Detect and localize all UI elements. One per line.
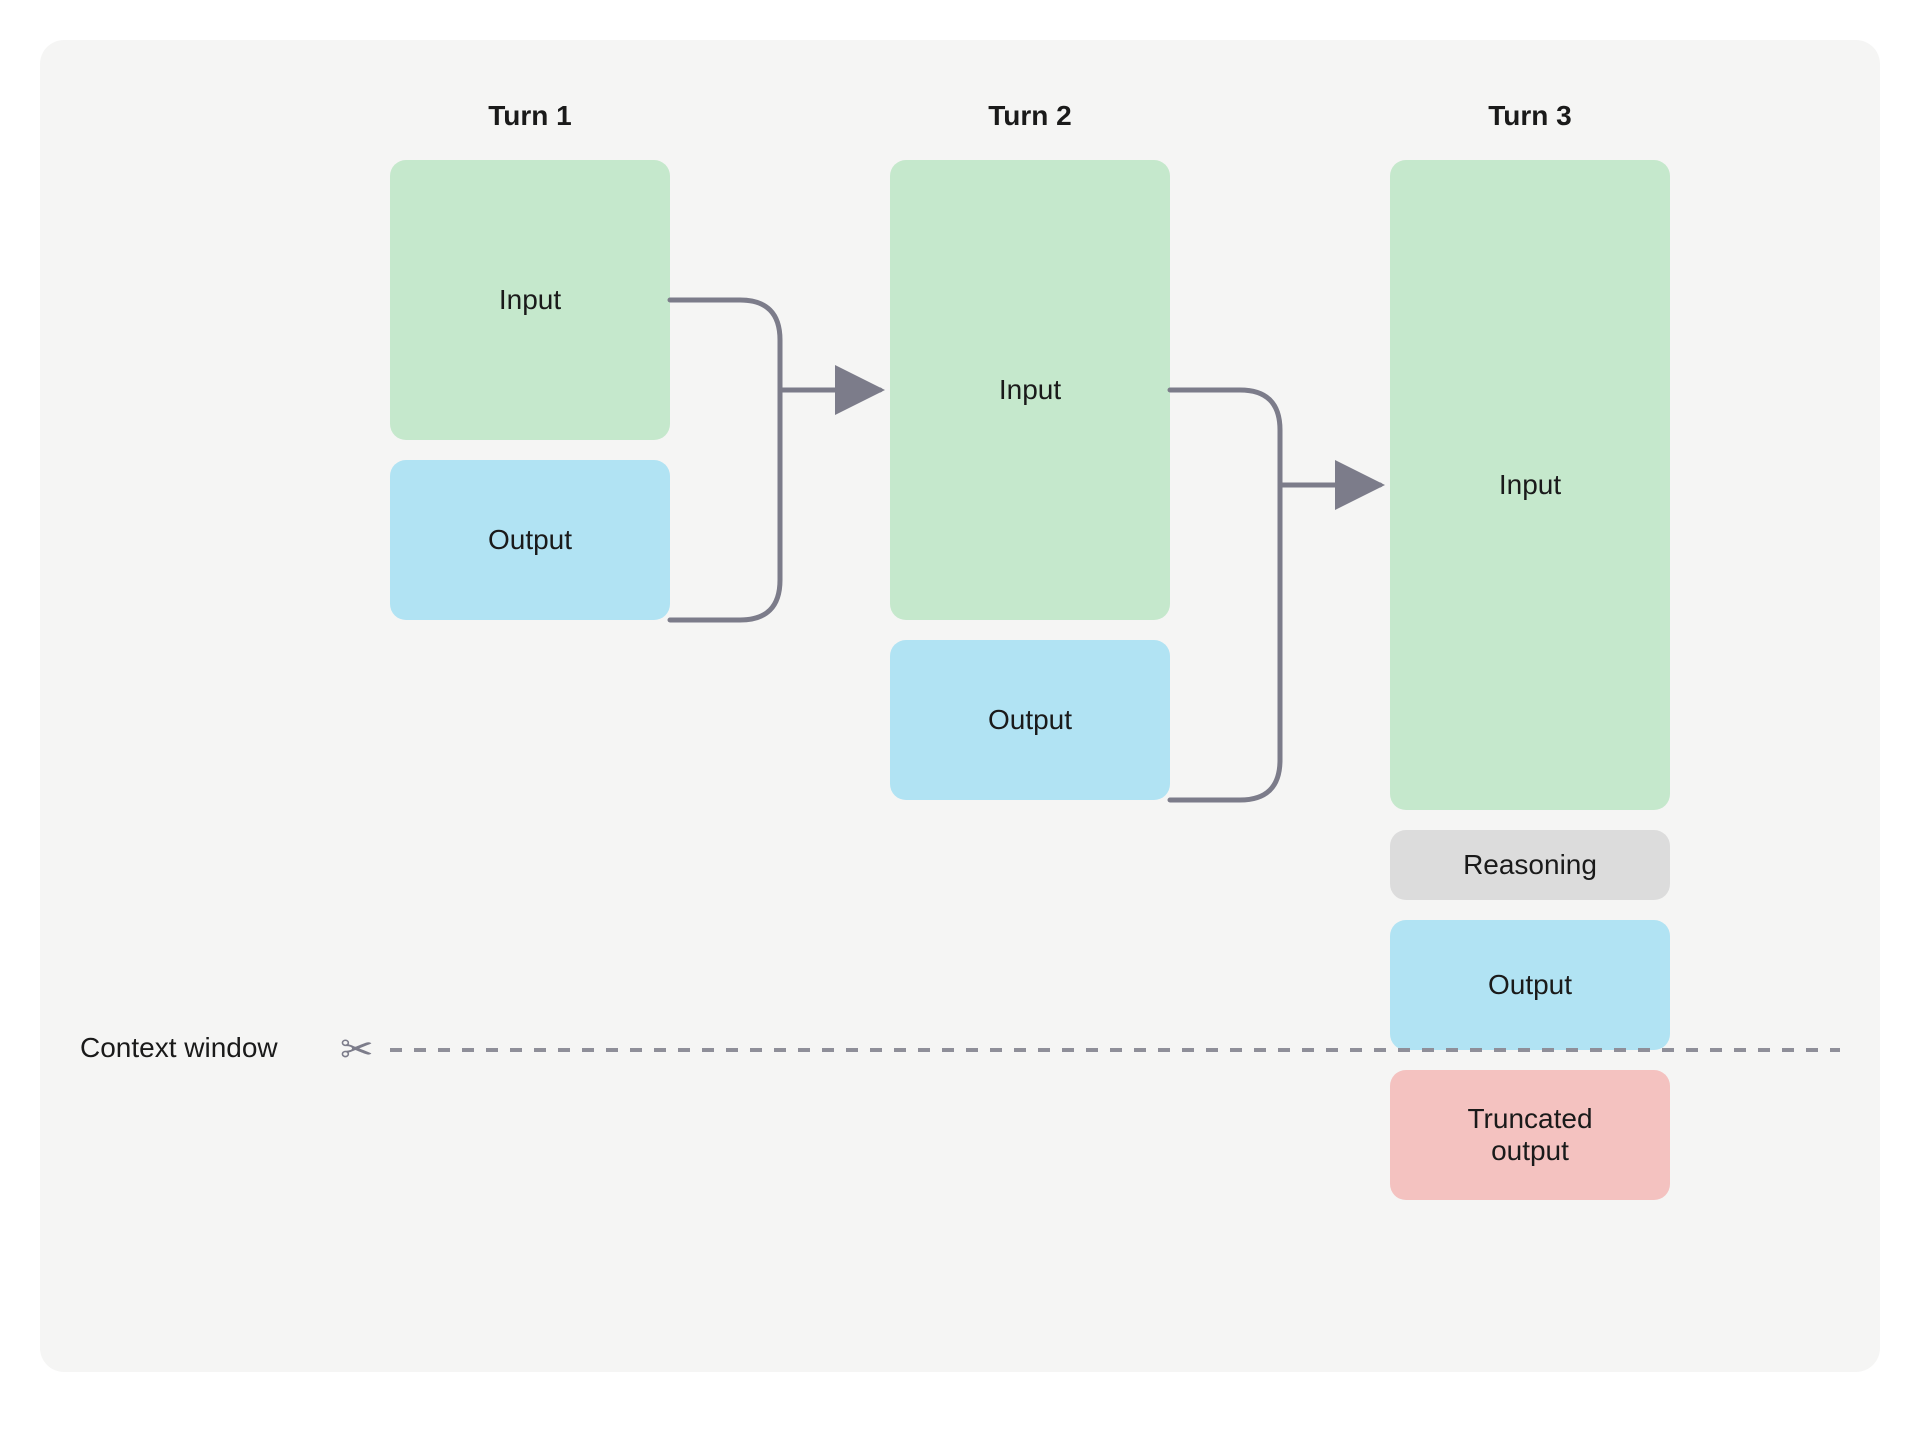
arrow-turn1-to-turn2 xyxy=(670,300,880,620)
turn3-truncated-output-block: Truncated output xyxy=(1390,1070,1670,1200)
turn3-header: Turn 3 xyxy=(1390,100,1670,132)
turn3-output-block: Output xyxy=(1390,920,1670,1050)
turn2-header: Turn 2 xyxy=(890,100,1170,132)
turn1-output-block: Output xyxy=(390,460,670,620)
turn2-input-block: Input xyxy=(890,160,1170,620)
arrow-turn2-to-turn3 xyxy=(1170,390,1380,800)
turn3-input-block: Input xyxy=(1390,160,1670,810)
turn1-header: Turn 1 xyxy=(390,100,670,132)
turn2-output-block: Output xyxy=(890,640,1170,800)
diagram-canvas: Turn 1 Turn 2 Turn 3 Input Output Input … xyxy=(40,40,1880,1372)
turn1-input-block: Input xyxy=(390,160,670,440)
turn3-reasoning-block: Reasoning xyxy=(1390,830,1670,900)
scissors-icon: ✂ xyxy=(340,1030,374,1070)
context-window-label: Context window xyxy=(80,1032,278,1064)
